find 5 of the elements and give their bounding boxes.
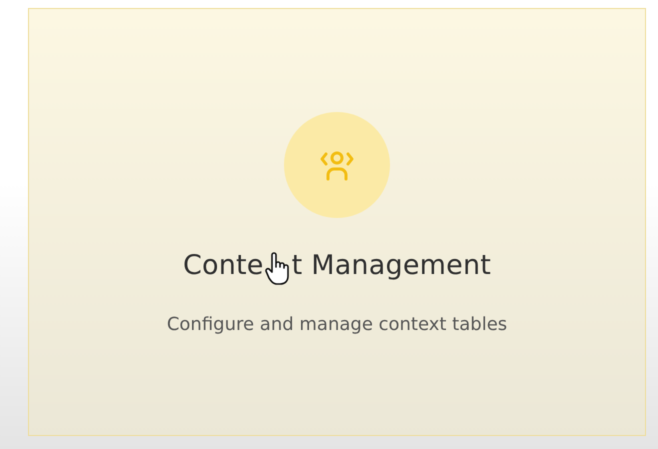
card-description: Configure and manage context tables (166, 314, 508, 335)
hand-cursor-icon (264, 252, 291, 286)
card-background[interactable]: Conte t Management Configure and manage context tables (28, 8, 646, 436)
card-title: Conte (182, 250, 264, 281)
card-title: t Management (292, 250, 492, 281)
